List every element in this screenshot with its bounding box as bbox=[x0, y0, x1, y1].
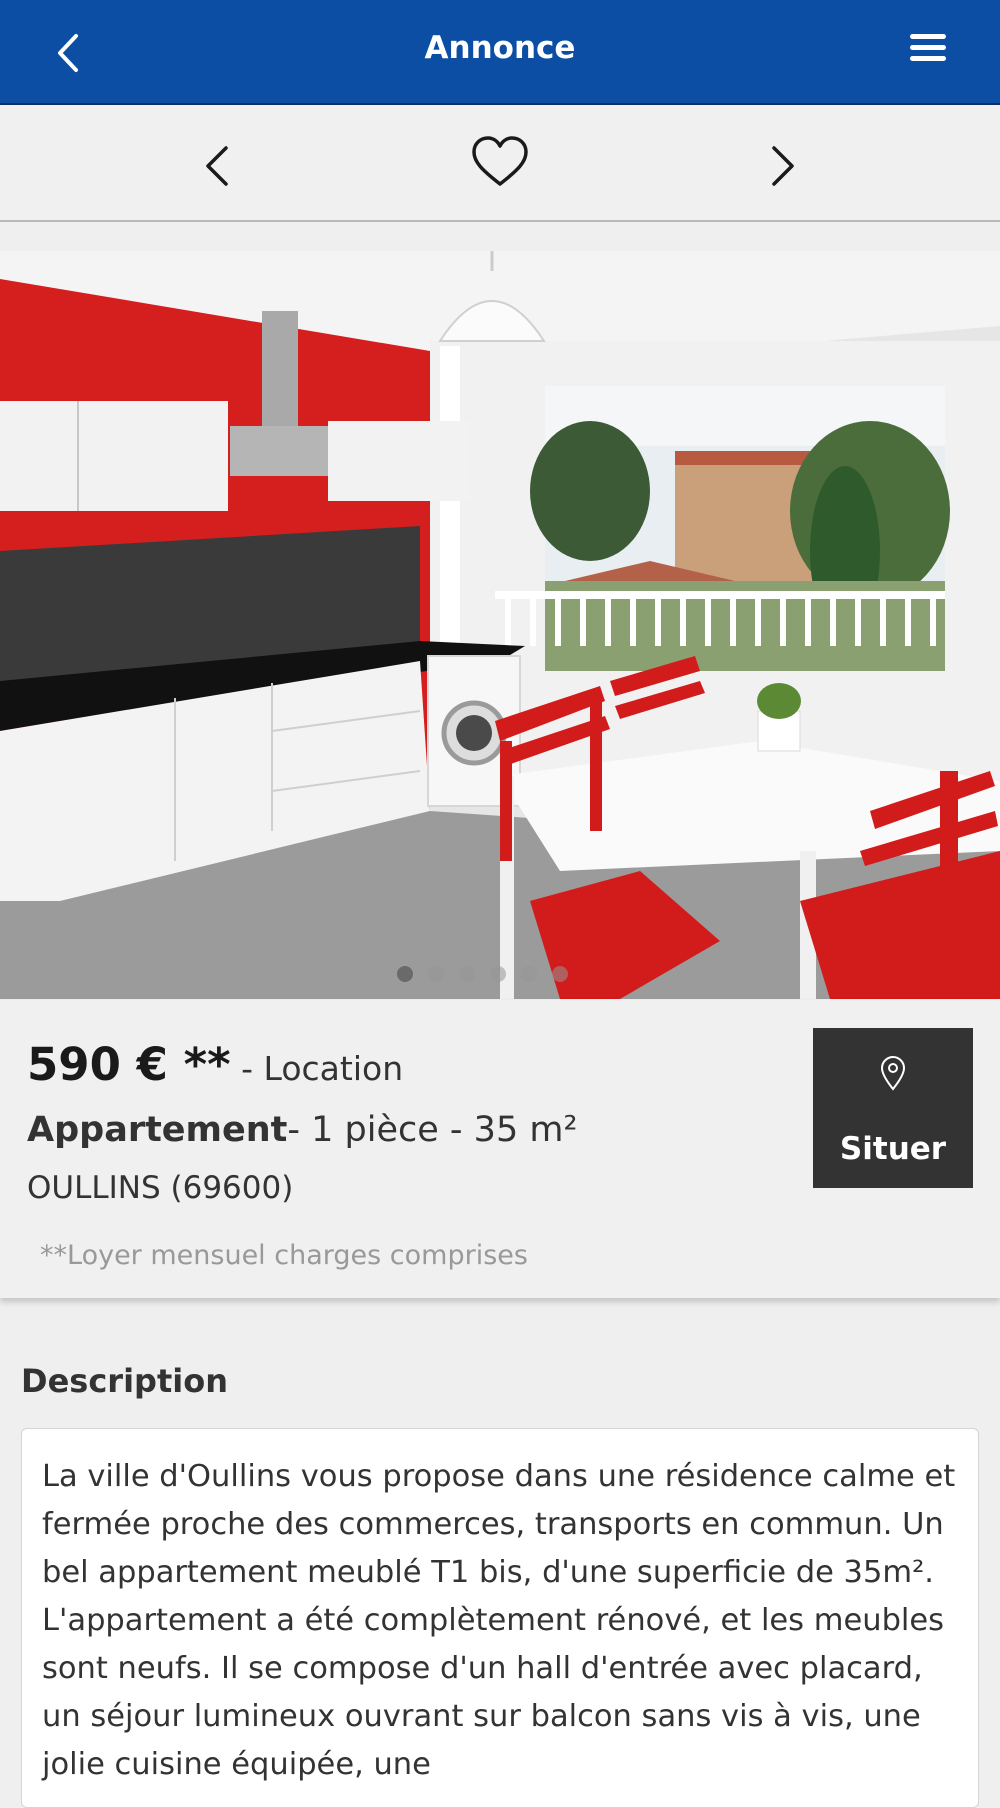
description-heading: Description bbox=[21, 1362, 228, 1400]
description-card: La ville d'Oullins vous propose dans une… bbox=[21, 1428, 979, 1808]
gallery-dot[interactable] bbox=[428, 966, 444, 982]
gallery-dot[interactable] bbox=[552, 966, 568, 982]
description-text: La ville d'Oullins vous propose dans une… bbox=[42, 1459, 956, 1782]
heart-icon bbox=[472, 136, 528, 186]
hamburger-menu-icon bbox=[910, 34, 946, 61]
menu-button[interactable] bbox=[904, 30, 952, 70]
kitchen-photo bbox=[0, 251, 1000, 999]
gallery-dot[interactable] bbox=[397, 966, 413, 982]
price-footnote: **Loyer mensuel charges comprises bbox=[40, 1240, 528, 1271]
page-title: Annonce bbox=[424, 30, 576, 66]
app-header: Annonce bbox=[0, 0, 1000, 105]
gallery-pagination bbox=[397, 966, 568, 982]
locate-button-label: Situer bbox=[839, 1131, 947, 1167]
price-line: 590 € ** - Location bbox=[27, 1038, 403, 1091]
favorite-button[interactable] bbox=[470, 132, 530, 192]
gallery-dot[interactable] bbox=[521, 966, 537, 982]
chevron-right-icon bbox=[772, 146, 794, 186]
locate-button[interactable]: Situer bbox=[813, 1028, 973, 1188]
property-type: Appartement bbox=[27, 1110, 288, 1150]
map-pin-icon bbox=[880, 1055, 906, 1091]
listing-city: OULLINS (69600) bbox=[27, 1170, 294, 1206]
property-details: - 1 pièce - 35 m² bbox=[287, 1110, 578, 1150]
listing-navigation-bar bbox=[0, 106, 1000, 222]
listing-summary: 590 € ** - Location Appartement- 1 pièce… bbox=[0, 1000, 1000, 1298]
previous-listing-button[interactable] bbox=[188, 134, 248, 194]
property-type-line: Appartement- 1 pièce - 35 m² bbox=[27, 1110, 577, 1150]
listing-transaction-type: - Location bbox=[230, 1049, 404, 1088]
gallery-dot[interactable] bbox=[490, 966, 506, 982]
chevron-left-icon bbox=[206, 146, 228, 186]
next-listing-button[interactable] bbox=[752, 134, 812, 194]
gallery-dot[interactable] bbox=[459, 966, 475, 982]
photo-gallery[interactable] bbox=[0, 251, 1000, 999]
listing-price: 590 € ** bbox=[27, 1038, 231, 1091]
